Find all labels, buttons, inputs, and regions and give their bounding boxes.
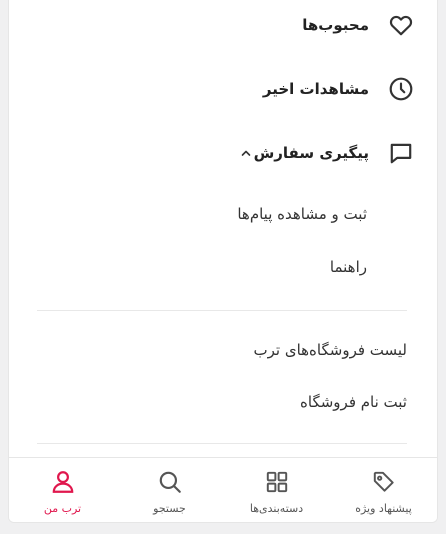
tab-my-torob-label: ترب من bbox=[43, 502, 82, 515]
menu-item-recent-views[interactable]: مشاهدات اخیر bbox=[9, 69, 437, 109]
menu-item-order-tracking[interactable]: پیگیری سفارش bbox=[9, 133, 437, 173]
tab-special-offers[interactable]: پیشنهاد ویژه bbox=[330, 458, 437, 522]
tag-icon bbox=[370, 468, 398, 496]
clock-icon bbox=[387, 75, 415, 103]
bottom-navigation: پیشنهاد ویژه دسته‌بندی‌ها جستجو bbox=[9, 457, 437, 522]
divider bbox=[37, 443, 407, 444]
side-menu-panel: محبوب‌ها مشاهدات اخیر پیگیری سفارش bbox=[8, 0, 438, 523]
tab-search-label: جستجو bbox=[153, 502, 186, 515]
submenu-item-help[interactable]: راهنما bbox=[330, 258, 367, 276]
heart-icon bbox=[387, 11, 415, 39]
chat-icon bbox=[387, 139, 415, 167]
tab-special-offers-label: پیشنهاد ویژه bbox=[355, 502, 412, 515]
tab-search[interactable]: جستجو bbox=[116, 458, 223, 522]
menu-item-favorites-label: محبوب‌ها bbox=[302, 16, 369, 34]
user-icon bbox=[49, 468, 77, 496]
tab-my-torob[interactable]: ترب من bbox=[9, 458, 116, 522]
tab-categories-label: دسته‌بندی‌ها bbox=[249, 502, 304, 515]
grid-icon bbox=[263, 468, 291, 496]
submenu-item-messages[interactable]: ثبت و مشاهده پیام‌ها bbox=[237, 205, 367, 223]
divider bbox=[37, 310, 407, 311]
tab-categories[interactable]: دسته‌بندی‌ها bbox=[223, 458, 330, 522]
menu-item-recent-views-label: مشاهدات اخیر bbox=[262, 80, 369, 98]
menu-item-favorites[interactable]: محبوب‌ها bbox=[9, 5, 437, 45]
menu-item-order-tracking-label: پیگیری سفارش bbox=[253, 144, 369, 162]
chevron-up-icon[interactable] bbox=[239, 146, 253, 160]
link-store-list[interactable]: لیست فروشگاه‌های ترب bbox=[253, 341, 407, 359]
link-store-register[interactable]: ثبت نام فروشگاه bbox=[300, 393, 407, 411]
search-icon bbox=[156, 468, 184, 496]
